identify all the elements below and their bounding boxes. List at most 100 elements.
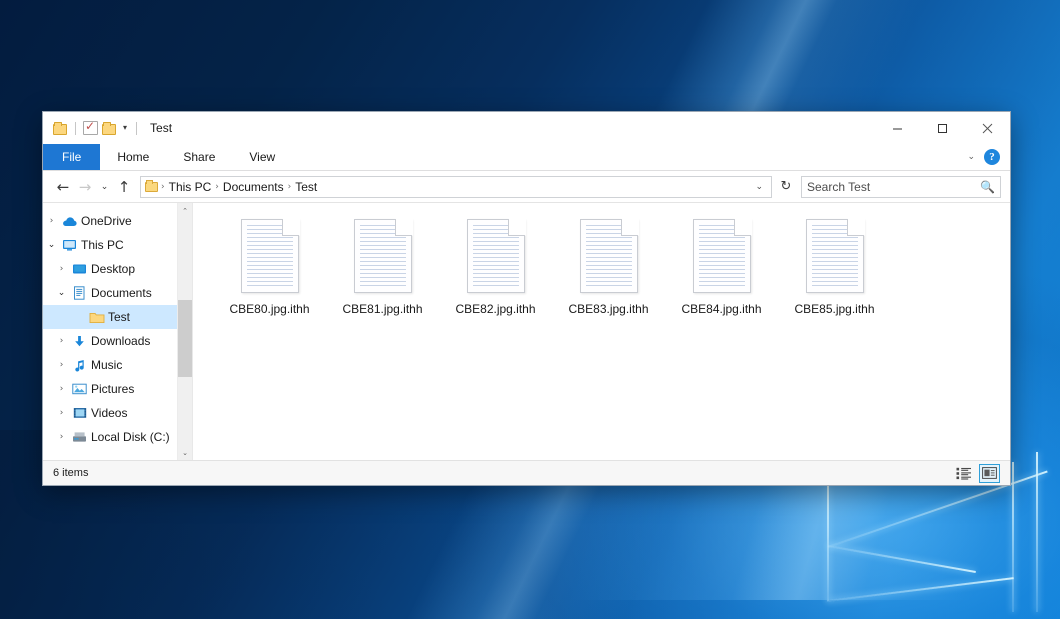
address-bar-row: ← → ⌄ ↑ › This PC › Documents › Test ⌄ ↻ xyxy=(43,171,1010,202)
sidebar-item-test[interactable]: Test xyxy=(43,305,177,329)
minimize-button[interactable] xyxy=(875,112,920,144)
sidebar-label-this-pc: This PC xyxy=(79,238,124,252)
downloads-icon xyxy=(70,335,89,348)
pictures-icon xyxy=(70,383,89,395)
address-bar[interactable]: › This PC › Documents › Test ⌄ xyxy=(140,176,772,198)
wallpaper-light-beam xyxy=(0,470,1060,600)
file-item[interactable]: CBE83.jpg.ithh xyxy=(552,217,665,333)
help-icon[interactable]: ? xyxy=(984,149,1000,165)
file-item[interactable]: CBE85.jpg.ithh xyxy=(778,217,891,333)
sidebar-item-documents[interactable]: ⌄ Documents xyxy=(43,281,177,305)
breadcrumb: › This PC › Documents › Test xyxy=(145,180,749,194)
file-item[interactable]: CBE84.jpg.ithh xyxy=(665,217,778,333)
item-count-label: 6 items xyxy=(53,467,88,479)
scroll-up-icon[interactable]: ⌃ xyxy=(178,203,193,218)
folder-icon[interactable] xyxy=(53,122,68,135)
page-fold-corner xyxy=(847,219,864,236)
music-icon xyxy=(70,359,89,372)
expand-chevron-icon[interactable]: › xyxy=(53,336,70,346)
desktop-icon xyxy=(70,263,89,275)
view-toggle-buttons xyxy=(953,464,1000,483)
sidebar-label-videos: Videos xyxy=(89,406,127,420)
close-button[interactable] xyxy=(965,112,1010,144)
expand-chevron-icon[interactable]: › xyxy=(53,408,70,418)
document-file-icon xyxy=(806,219,864,293)
videos-icon xyxy=(70,407,89,419)
quick-access-toolbar: ▾ Test xyxy=(43,121,172,135)
recent-locations-button[interactable]: ⌄ xyxy=(96,176,113,198)
new-folder-icon[interactable] xyxy=(102,122,117,135)
tab-home[interactable]: Home xyxy=(100,144,166,170)
page-fold-corner xyxy=(508,219,525,236)
tab-file[interactable]: File xyxy=(43,144,100,170)
expand-chevron-icon[interactable]: › xyxy=(53,384,70,394)
expand-chevron-icon[interactable]: › xyxy=(53,264,70,274)
file-name: CBE80.jpg.ithh xyxy=(229,302,309,316)
tab-share[interactable]: Share xyxy=(166,144,232,170)
scrollbar-track[interactable] xyxy=(178,218,193,445)
back-button[interactable]: ← xyxy=(52,176,74,198)
window-body: › OneDrive ⌄ This PC › xyxy=(43,202,1010,460)
expand-chevron-icon[interactable]: › xyxy=(53,360,70,370)
navigation-pane-scrollbar[interactable]: ⌃ ⌄ xyxy=(177,203,192,460)
breadcrumb-this-pc[interactable]: This PC xyxy=(165,180,216,194)
file-item[interactable]: CBE81.jpg.ithh xyxy=(326,217,439,333)
drive-icon xyxy=(70,431,89,443)
sidebar-item-onedrive[interactable]: › OneDrive xyxy=(43,209,177,233)
document-file-icon xyxy=(580,219,638,293)
breadcrumb-test[interactable]: Test xyxy=(291,180,321,194)
refresh-icon[interactable]: ↻ xyxy=(775,176,797,198)
sidebar-item-this-pc[interactable]: ⌄ This PC xyxy=(43,233,177,257)
collapse-chevron-icon[interactable]: ⌄ xyxy=(43,240,60,250)
sidebar-item-local-disk[interactable]: › Local Disk (C:) xyxy=(43,425,177,449)
details-view-button[interactable] xyxy=(953,464,974,483)
search-input[interactable] xyxy=(807,180,980,194)
chevron-down-icon[interactable]: ⌄ xyxy=(967,152,975,162)
navigation-pane: › OneDrive ⌄ This PC › xyxy=(43,203,192,460)
sidebar-label-downloads: Downloads xyxy=(89,334,150,348)
documents-icon xyxy=(70,286,89,300)
sidebar-label-pictures: Pictures xyxy=(89,382,134,396)
sidebar-label-onedrive: OneDrive xyxy=(79,214,132,228)
file-item[interactable]: CBE82.jpg.ithh xyxy=(439,217,552,333)
sidebar-item-desktop[interactable]: › Desktop xyxy=(43,257,177,281)
maximize-button[interactable] xyxy=(920,112,965,144)
sidebar-item-videos[interactable]: › Videos xyxy=(43,401,177,425)
ribbon-right-controls: ⌄ ? xyxy=(967,144,1010,170)
file-name: CBE81.jpg.ithh xyxy=(342,302,422,316)
desktop: ▾ Test File Home Share View xyxy=(0,0,1060,619)
large-icons-view-button[interactable] xyxy=(979,464,1000,483)
up-button[interactable]: ↑ xyxy=(113,176,135,198)
scrollbar-thumb[interactable] xyxy=(178,300,193,377)
ribbon-tab-strip: File Home Share View ⌄ ? xyxy=(43,144,1010,171)
folder-tree: › OneDrive ⌄ This PC › xyxy=(43,203,177,460)
properties-icon[interactable] xyxy=(83,121,98,135)
sidebar-item-downloads[interactable]: › Downloads xyxy=(43,329,177,353)
breadcrumb-documents[interactable]: Documents xyxy=(219,180,288,194)
forward-button[interactable]: → xyxy=(74,176,96,198)
tab-view[interactable]: View xyxy=(232,144,292,170)
address-dropdown-icon[interactable]: ⌄ xyxy=(749,182,769,192)
sidebar-label-music: Music xyxy=(89,358,122,372)
search-box[interactable]: 🔍 xyxy=(801,176,1001,198)
window-controls xyxy=(875,112,1010,144)
file-list-view[interactable]: CBE80.jpg.ithh CBE81.jpg.ithh xyxy=(192,203,1010,460)
scroll-down-icon[interactable]: ⌄ xyxy=(178,445,193,460)
sidebar-item-pictures[interactable]: › Pictures xyxy=(43,377,177,401)
file-name: CBE85.jpg.ithh xyxy=(794,302,874,316)
document-file-icon xyxy=(693,219,751,293)
title-bar: ▾ Test xyxy=(43,112,1010,144)
file-name: CBE82.jpg.ithh xyxy=(455,302,535,316)
expand-chevron-icon[interactable]: › xyxy=(43,216,60,226)
page-fold-corner xyxy=(282,219,299,236)
expand-chevron-icon[interactable]: › xyxy=(53,432,70,442)
page-fold-corner xyxy=(734,219,751,236)
sidebar-label-local-disk: Local Disk (C:) xyxy=(89,430,170,444)
file-item[interactable]: CBE80.jpg.ithh xyxy=(213,217,326,333)
collapse-chevron-icon[interactable]: ⌄ xyxy=(53,288,70,298)
sidebar-item-music[interactable]: › Music xyxy=(43,353,177,377)
customize-caret-icon[interactable]: ▾ xyxy=(123,124,127,132)
search-icon[interactable]: 🔍 xyxy=(980,180,995,194)
file-explorer-window: ▾ Test File Home Share View xyxy=(43,112,1010,485)
file-name: CBE83.jpg.ithh xyxy=(568,302,648,316)
